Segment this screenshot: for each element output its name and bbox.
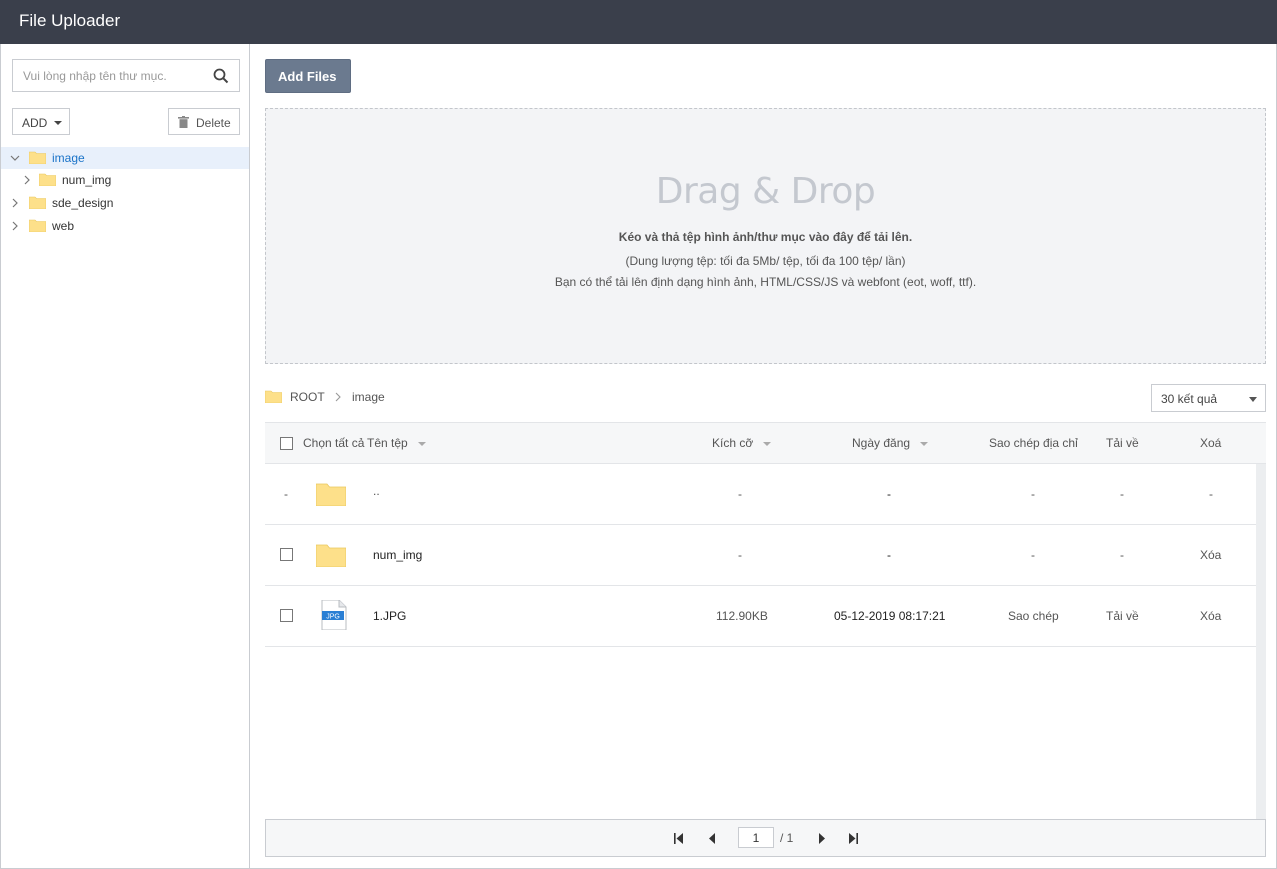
- file-name[interactable]: ..: [373, 484, 380, 498]
- jpg-file-icon: JPG: [321, 600, 347, 630]
- drop-zone-title: Drag & Drop: [655, 171, 876, 212]
- file-date: 05-12-2019 08:17:21: [834, 609, 946, 623]
- add-files-button[interactable]: Add Files: [265, 59, 351, 93]
- file-size: -: [738, 487, 742, 501]
- folder-icon: [316, 483, 346, 506]
- folder-icon: [265, 390, 282, 403]
- add-files-label: Add Files: [278, 69, 337, 84]
- tree-item-num-img[interactable]: num_img: [1, 169, 249, 191]
- file-date: -: [887, 548, 891, 562]
- chevron-right-icon[interactable]: [10, 198, 20, 208]
- results-per-page-value: 30 kết quả: [1161, 392, 1218, 406]
- header-delete: Xoá: [1200, 436, 1222, 450]
- header-size[interactable]: Kích cỡ: [712, 436, 772, 450]
- file-date: -: [887, 487, 891, 501]
- delete: -: [1209, 487, 1213, 501]
- delete-link[interactable]: Xóa: [1200, 609, 1221, 623]
- folder-search-input[interactable]: [13, 60, 203, 91]
- drop-zone-formats: Bạn có thể tải lên định dạng hình ảnh, H…: [554, 275, 977, 289]
- breadcrumb: ROOT image: [265, 387, 665, 407]
- download: -: [1120, 487, 1124, 501]
- download-link[interactable]: Tải về: [1106, 609, 1139, 623]
- drop-zone-limits: (Dung lượng tệp: tối đa 5Mb/ tệp, tối đa…: [625, 254, 906, 268]
- sort-icon: [920, 441, 929, 446]
- delete-link[interactable]: Xóa: [1200, 548, 1221, 562]
- chevron-right-icon[interactable]: [22, 175, 32, 185]
- folder-icon: [29, 151, 46, 164]
- header-copy: Sao chép địa chỉ: [989, 436, 1078, 450]
- folder-icon: [316, 544, 346, 567]
- first-page-icon[interactable]: [674, 833, 684, 844]
- tree-item-label: sde_design: [52, 196, 114, 210]
- tree-item-label: web: [52, 219, 75, 233]
- jpg-icon-label: JPG: [326, 613, 340, 620]
- file-name[interactable]: num_img: [373, 548, 422, 562]
- header-select-all[interactable]: Chọn tất cả: [303, 436, 364, 450]
- copy-address: -: [1031, 548, 1035, 562]
- file-size: 112.90KB: [716, 609, 768, 623]
- header-size-label: Kích cỡ: [712, 436, 754, 450]
- tree-item-image[interactable]: image: [1, 147, 249, 169]
- download: -: [1120, 548, 1124, 562]
- header-download: Tải về: [1106, 436, 1139, 450]
- copy-address: -: [1031, 487, 1035, 501]
- breadcrumb-current: image: [352, 390, 385, 404]
- file-name[interactable]: 1.JPG: [373, 609, 406, 623]
- tree-item-label: num_img: [62, 173, 112, 187]
- app-title: File Uploader: [19, 11, 121, 30]
- caret-down-icon: [54, 121, 62, 125]
- table-header: Chọn tất cả Tên tệp Kích cỡ Ngày đăng Sa…: [265, 422, 1266, 464]
- add-label: ADD: [22, 116, 48, 130]
- sort-icon: [763, 441, 772, 446]
- drop-zone[interactable]: Drag & Drop Kéo và thả tệp hình ảnh/thư …: [265, 108, 1266, 364]
- table-row[interactable]: num_img - - - - Xóa: [265, 525, 1256, 586]
- results-per-page-select[interactable]: 30 kết quả: [1151, 384, 1266, 412]
- breadcrumb-root[interactable]: ROOT: [290, 390, 325, 404]
- copy-address-link[interactable]: Sao chép: [1008, 609, 1059, 623]
- pagination: / 1: [265, 819, 1266, 857]
- chevron-right-icon[interactable]: [10, 221, 20, 231]
- row-check-placeholder: -: [284, 487, 288, 501]
- drop-zone-instruction: Kéo và thả tệp hình ảnh/thư mục vào đây …: [618, 230, 913, 244]
- title-bar: File Uploader: [0, 0, 1277, 44]
- delete-folder-button[interactable]: Delete: [168, 108, 240, 135]
- caret-down-icon: [1249, 397, 1257, 402]
- add-folder-dropdown[interactable]: ADD: [12, 108, 70, 135]
- search-icon[interactable]: [213, 68, 229, 84]
- table-scrollbar[interactable]: [1256, 464, 1266, 819]
- tree-item-web[interactable]: web: [1, 215, 249, 237]
- folder-icon: [29, 196, 46, 209]
- row-checkbox[interactable]: [280, 609, 293, 622]
- header-name-label: Tên tệp: [367, 436, 408, 450]
- header-date-label: Ngày đăng: [852, 436, 911, 450]
- prev-page-icon[interactable]: [708, 833, 718, 844]
- header-name[interactable]: Tên tệp: [367, 436, 426, 450]
- file-size: -: [738, 548, 742, 562]
- chevron-down-icon[interactable]: [10, 153, 20, 163]
- folder-sidebar: ADD Delete image num_img sde_design web: [0, 44, 250, 869]
- last-page-icon[interactable]: [848, 833, 858, 844]
- page-total: / 1: [780, 831, 794, 845]
- table-row[interactable]: JPG 1.JPG 112.90KB 05-12-2019 08:17:21 S…: [265, 586, 1256, 647]
- row-checkbox[interactable]: [280, 548, 293, 561]
- select-all-checkbox[interactable]: [280, 437, 293, 450]
- header-date[interactable]: Ngày đăng: [852, 436, 929, 450]
- folder-icon: [39, 173, 56, 186]
- sort-icon: [417, 441, 426, 446]
- table-row[interactable]: - .. - - - - -: [265, 464, 1256, 525]
- tree-item-label: image: [52, 151, 85, 165]
- delete-label: Delete: [196, 116, 231, 130]
- folder-search-box: [12, 59, 240, 92]
- tree-item-sde-design[interactable]: sde_design: [1, 192, 249, 214]
- folder-icon: [29, 219, 46, 232]
- main-panel: Add Files Drag & Drop Kéo và thả tệp hìn…: [250, 44, 1277, 869]
- chevron-right-icon: [335, 392, 341, 402]
- page-number-input[interactable]: [738, 827, 774, 848]
- trash-icon: [178, 116, 189, 128]
- next-page-icon[interactable]: [817, 833, 827, 844]
